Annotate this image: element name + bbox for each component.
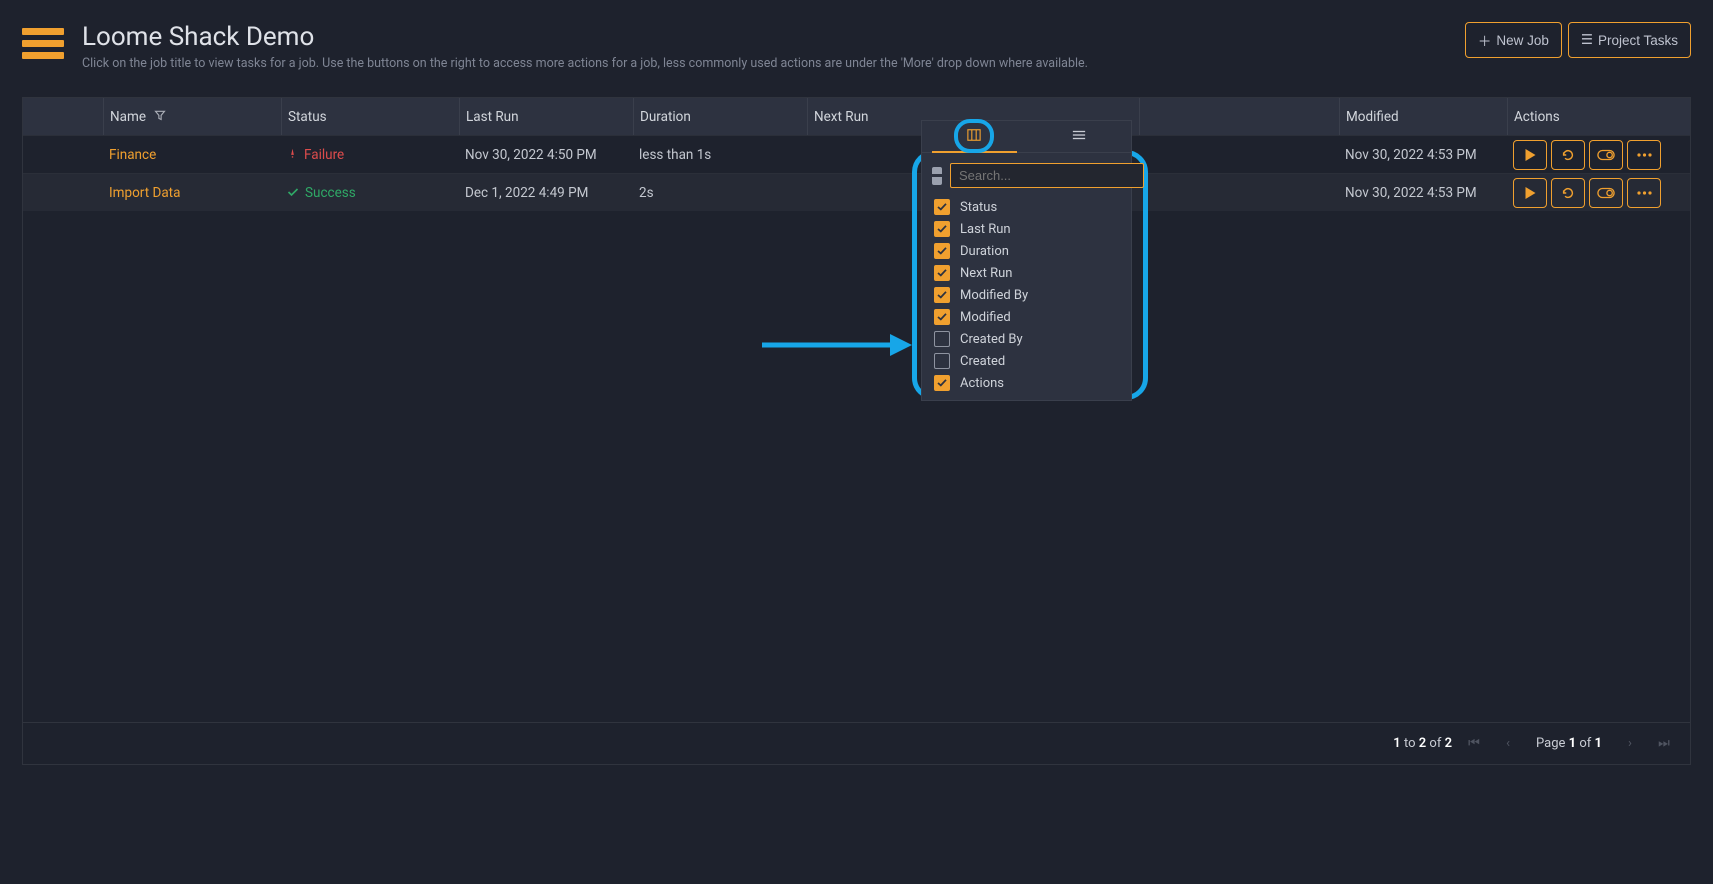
column-option-label: Duration bbox=[960, 244, 1009, 259]
checkbox[interactable] bbox=[934, 353, 950, 369]
more-button[interactable] bbox=[1627, 178, 1661, 208]
job-name-link[interactable]: Finance bbox=[109, 147, 156, 163]
last-run-cell: Nov 30, 2022 4:50 PM bbox=[459, 147, 633, 163]
col-name-label: Name bbox=[110, 109, 146, 125]
checkbox[interactable] bbox=[934, 265, 950, 281]
grid-header: Name Status Last Run Duration Next Run M… bbox=[23, 98, 1690, 135]
table-row: Import Data Success Dec 1, 2022 4:49 PM2s N… bbox=[23, 173, 1690, 211]
page-title: Loome Shack Demo bbox=[82, 22, 1088, 52]
column-chooser: Status Last Run Duration Next Run Modified B… bbox=[921, 120, 1132, 401]
filter-icon[interactable] bbox=[154, 109, 166, 125]
column-option[interactable]: Status bbox=[932, 196, 1121, 218]
history-button[interactable] bbox=[1551, 178, 1585, 208]
column-chooser-tab-menu[interactable] bbox=[1027, 121, 1132, 152]
jobs-grid: Name Status Last Run Duration Next Run M… bbox=[22, 98, 1691, 765]
more-button[interactable] bbox=[1627, 140, 1661, 170]
status-badge: Success bbox=[287, 185, 447, 201]
columns-icon bbox=[967, 128, 981, 146]
col-actions[interactable]: Actions bbox=[1507, 98, 1690, 135]
col-last-run[interactable]: Last Run bbox=[459, 98, 633, 135]
col-modified[interactable]: Modified bbox=[1339, 98, 1507, 135]
column-option[interactable]: Last Run bbox=[932, 218, 1121, 240]
duration-cell: less than 1s bbox=[633, 147, 807, 163]
toggle-button[interactable] bbox=[1589, 178, 1623, 208]
checkbox[interactable] bbox=[934, 243, 950, 259]
col-duration[interactable]: Duration bbox=[633, 98, 807, 135]
table-row: Finance Failure Nov 30, 2022 4:50 PMless t… bbox=[23, 135, 1690, 173]
column-search-input[interactable] bbox=[950, 163, 1144, 188]
modified-cell: Nov 30, 2022 4:53 PM bbox=[1339, 147, 1507, 163]
checkbox[interactable] bbox=[934, 199, 950, 215]
duration-cell: 2s bbox=[633, 185, 807, 201]
run-button[interactable] bbox=[1513, 140, 1547, 170]
pager-next-button[interactable]: › bbox=[1618, 732, 1642, 756]
column-option-label: Next Run bbox=[960, 266, 1012, 281]
job-name-link[interactable]: Import Data bbox=[109, 185, 180, 201]
pager-last-button[interactable]: ⏭ bbox=[1652, 732, 1676, 756]
column-option[interactable]: Next Run bbox=[932, 262, 1121, 284]
column-option-label: Modified bbox=[960, 310, 1011, 325]
pager-summary: 1 to 2 of 2 bbox=[1393, 736, 1452, 751]
pager-prev-button[interactable]: ‹ bbox=[1496, 732, 1520, 756]
toggle-button[interactable] bbox=[1589, 140, 1623, 170]
page-subtitle: Click on the job title to view tasks for… bbox=[82, 56, 1088, 71]
column-option-label: Created By bbox=[960, 332, 1023, 347]
modified-cell: Nov 30, 2022 4:53 PM bbox=[1339, 185, 1507, 201]
new-job-label: New Job bbox=[1496, 33, 1549, 48]
column-option-label: Last Run bbox=[960, 222, 1011, 237]
list-icon: ☰ bbox=[1581, 32, 1593, 48]
menu-icon[interactable] bbox=[22, 28, 64, 59]
checkbox[interactable] bbox=[934, 221, 950, 237]
column-option[interactable]: Actions bbox=[932, 372, 1121, 394]
column-option-label: Status bbox=[960, 200, 997, 215]
run-button[interactable] bbox=[1513, 178, 1547, 208]
plus-icon: ＋ bbox=[1478, 30, 1492, 50]
column-option-label: Modified By bbox=[960, 288, 1028, 303]
menu-lines-icon bbox=[1072, 129, 1086, 145]
checkbox[interactable] bbox=[934, 309, 950, 325]
col-status[interactable]: Status bbox=[281, 98, 459, 135]
last-run-cell: Dec 1, 2022 4:49 PM bbox=[459, 185, 633, 201]
column-option-label: Created bbox=[960, 354, 1005, 369]
checkbox[interactable] bbox=[934, 331, 950, 347]
status-icon bbox=[287, 147, 298, 163]
column-option[interactable]: Created bbox=[932, 350, 1121, 372]
column-option[interactable]: Modified By bbox=[932, 284, 1121, 306]
column-option[interactable]: Created By bbox=[932, 328, 1121, 350]
column-option[interactable]: Modified bbox=[932, 306, 1121, 328]
project-tasks-button[interactable]: ☰ Project Tasks bbox=[1568, 22, 1691, 58]
column-option[interactable]: Duration bbox=[932, 240, 1121, 262]
column-option-label: Actions bbox=[960, 376, 1004, 391]
checkbox[interactable] bbox=[934, 287, 950, 303]
col-name[interactable]: Name bbox=[103, 98, 281, 135]
checkbox[interactable] bbox=[934, 375, 950, 391]
pager-first-button[interactable]: ⏮ bbox=[1462, 732, 1486, 756]
select-all-checkbox[interactable] bbox=[932, 167, 942, 185]
status-badge: Failure bbox=[287, 147, 447, 163]
status-icon bbox=[287, 185, 299, 201]
column-chooser-tab-columns[interactable] bbox=[922, 121, 1027, 152]
new-job-button[interactable]: ＋ New Job bbox=[1465, 22, 1562, 58]
history-button[interactable] bbox=[1551, 140, 1585, 170]
project-tasks-label: Project Tasks bbox=[1598, 33, 1678, 48]
pager-page-label: Page 1 of 1 bbox=[1536, 736, 1602, 751]
pager: 1 to 2 of 2 ⏮ ‹ Page 1 of 1 › ⏭ bbox=[23, 722, 1690, 764]
